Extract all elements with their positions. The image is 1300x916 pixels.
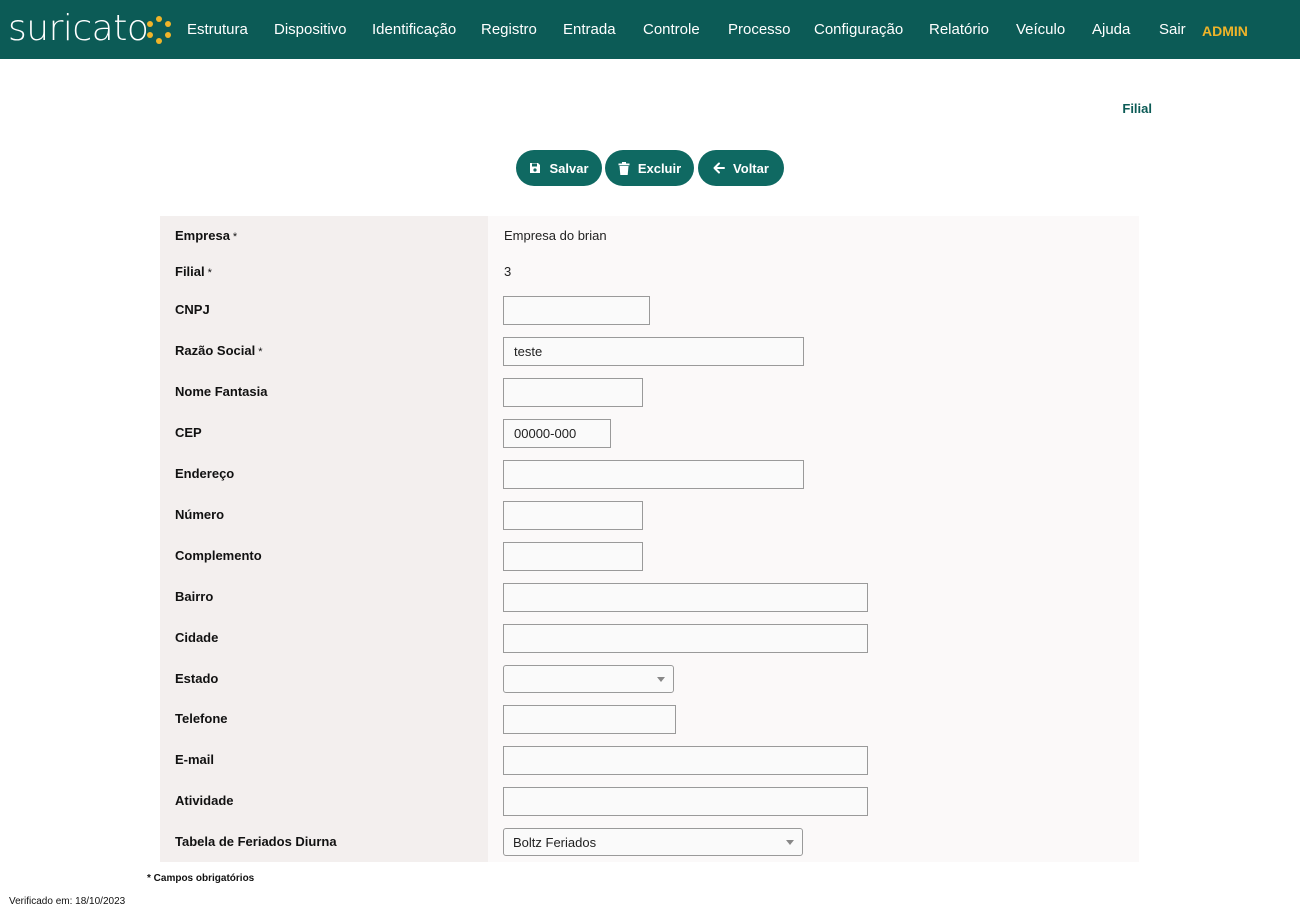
back-button[interactable]: Voltar — [698, 150, 784, 186]
nav-dispositivo[interactable]: Dispositivo — [274, 21, 347, 39]
atividade-field[interactable] — [503, 787, 868, 816]
label-razao-social: Razão Social * — [175, 343, 263, 358]
save-button-label: Salvar — [549, 160, 589, 176]
tabela-feriados-select-value: Boltz Feriados — [513, 834, 597, 850]
chevron-down-icon — [786, 840, 794, 845]
nav-registro[interactable]: Registro — [481, 21, 537, 39]
label-cep: CEP — [175, 425, 202, 440]
label-complemento: Complemento — [175, 548, 262, 563]
bairro-field[interactable] — [503, 583, 868, 612]
label-endereco: Endereço — [175, 466, 235, 481]
nav-controle[interactable]: Controle — [643, 21, 700, 39]
page-title: Filial — [1122, 101, 1152, 116]
logo-dots-icon — [147, 16, 171, 44]
razao-social-field[interactable]: teste — [503, 337, 804, 366]
nav-user-admin[interactable]: ADMIN — [1202, 22, 1248, 40]
label-estado: Estado — [175, 671, 219, 686]
email-field[interactable] — [503, 746, 868, 775]
delete-button-label: Excluir — [637, 160, 682, 176]
label-filial: Filial * — [175, 264, 212, 279]
telefone-field[interactable] — [503, 705, 676, 734]
label-telefone: Telefone — [175, 711, 228, 726]
top-navbar: suricato Estrutura Dispositivo Identific… — [0, 0, 1300, 59]
nav-sair[interactable]: Sair — [1159, 21, 1186, 39]
numero-field[interactable] — [503, 501, 643, 530]
complemento-field[interactable] — [503, 542, 643, 571]
cidade-field[interactable] — [503, 624, 868, 653]
nav-processo[interactable]: Processo — [728, 21, 791, 39]
label-nome-fantasia: Nome Fantasia — [175, 384, 268, 399]
nav-ajuda[interactable]: Ajuda — [1092, 21, 1130, 39]
chevron-down-icon — [657, 677, 665, 682]
value-filial: 3 — [504, 264, 512, 279]
tabela-feriados-select[interactable]: Boltz Feriados — [503, 828, 803, 856]
arrow-left-icon — [713, 162, 726, 174]
label-email: E-mail — [175, 752, 215, 767]
required-fields-note: * Campos obrigatórios — [147, 873, 255, 884]
delete-button[interactable]: Excluir — [605, 150, 694, 186]
back-button-label: Voltar — [733, 160, 769, 176]
nav-entrada[interactable]: Entrada — [563, 21, 616, 39]
nav-estrutura[interactable]: Estrutura — [187, 21, 248, 39]
logo-text: suricato — [8, 8, 149, 49]
label-tabela-feriados-diurna: Tabela de Feriados Diurna — [175, 834, 337, 849]
label-cnpj: CNPJ — [175, 302, 210, 317]
label-bairro: Bairro — [175, 589, 214, 604]
trash-icon — [618, 161, 630, 175]
nav-identificacao[interactable]: Identificação — [372, 21, 456, 39]
nav-veiculo[interactable]: Veículo — [1016, 21, 1065, 39]
estado-select[interactable] — [503, 665, 674, 693]
save-button[interactable]: Salvar — [516, 150, 602, 186]
label-cidade: Cidade — [175, 630, 219, 645]
label-atividade: Atividade — [175, 793, 234, 808]
nav-configuracao[interactable]: Configuração — [814, 21, 903, 39]
cep-field[interactable]: 00000-000 — [503, 419, 611, 448]
floppy-disk-icon — [530, 163, 541, 173]
nome-fantasia-field[interactable] — [503, 378, 643, 407]
value-empresa: Empresa do brian — [504, 228, 607, 243]
label-numero: Número — [175, 507, 225, 522]
cnpj-field[interactable] — [503, 296, 650, 325]
verified-date: Verificado em: 18/10/2023 — [9, 896, 126, 907]
nav-relatorio[interactable]: Relatório — [929, 21, 989, 39]
filial-form: Empresa * Empresa do brian Filial * 3 CNPJ… — [160, 216, 1139, 862]
label-empresa: Empresa * — [175, 228, 238, 243]
endereco-field[interactable] — [503, 460, 804, 489]
